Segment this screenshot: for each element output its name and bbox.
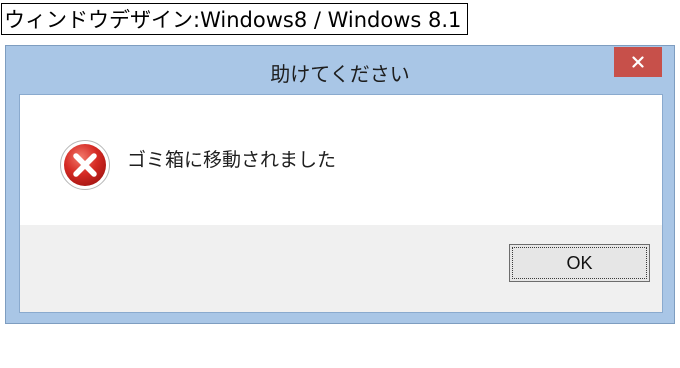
error-icon	[60, 140, 110, 190]
dialog-window: 助けてください ゴミ箱に移動されました OK	[5, 45, 675, 324]
close-button[interactable]	[614, 47, 662, 77]
dialog-body: ゴミ箱に移動されました OK	[19, 94, 663, 313]
dialog-title: 助けてください	[270, 62, 410, 86]
ok-button-label: OK	[512, 247, 647, 279]
title-bar: 助けてください	[6, 46, 674, 94]
ok-button[interactable]: OK	[509, 244, 650, 282]
caption-label: ウィンドウデザイン:Windows8 / Windows 8.1	[1, 3, 469, 35]
dialog-message: ゴミ箱に移動されました	[127, 149, 337, 171]
dialog-footer: OK	[20, 225, 662, 312]
close-icon	[632, 56, 644, 68]
